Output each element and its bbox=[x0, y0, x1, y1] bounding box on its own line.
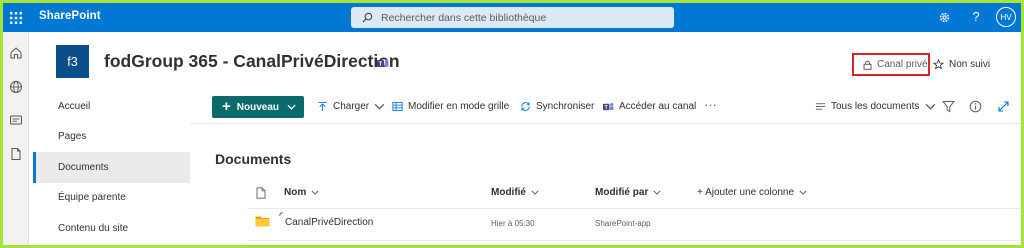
document-icon[interactable] bbox=[256, 187, 266, 199]
lock-icon bbox=[863, 60, 872, 70]
nav-item-contenu-du-site[interactable]: Contenu du site bbox=[33, 213, 190, 244]
chevron-down-icon bbox=[374, 103, 385, 110]
nav-item-equipe-parente[interactable]: Équipe parente bbox=[33, 183, 190, 214]
plus-icon: + bbox=[222, 98, 231, 115]
row-modified-by: SharePoint-app bbox=[595, 219, 651, 228]
private-channel-button[interactable]: Canal privé bbox=[852, 53, 930, 76]
add-column-label: + Ajouter une colonne bbox=[697, 187, 795, 198]
follow-label: Non suivi bbox=[949, 59, 991, 70]
globe-icon[interactable] bbox=[9, 80, 23, 94]
chevron-down-icon bbox=[799, 190, 807, 195]
command-bar: + Nouveau Charger Modifier en mode grill… bbox=[190, 91, 1021, 124]
left-nav: Accueil Pages Documents Équipe parente C… bbox=[33, 91, 190, 244]
waffle-icon[interactable] bbox=[3, 3, 29, 32]
header-divider bbox=[247, 208, 1021, 209]
sharepoint-window: SharePoint Rechercher dans cette bibliot… bbox=[3, 3, 1021, 245]
nav-item-pages[interactable]: Pages bbox=[33, 122, 190, 153]
sync-icon bbox=[521, 102, 530, 111]
go-to-channel-label: Accéder au canal bbox=[619, 101, 697, 112]
suite-bar: SharePoint Rechercher dans cette bibliot… bbox=[3, 3, 1021, 32]
grid-edit-label: Modifier en mode grille bbox=[408, 101, 510, 112]
nav-item-documents[interactable]: Documents bbox=[33, 152, 190, 183]
row-modified: Hier à 05:30 bbox=[491, 219, 535, 228]
chevron-down-icon bbox=[287, 104, 296, 110]
sync-label: Synchroniser bbox=[536, 101, 595, 112]
follow-button[interactable]: Non suivi bbox=[933, 59, 990, 70]
search-box[interactable]: Rechercher dans cette bibliothèque bbox=[351, 7, 674, 28]
chevron-down-icon bbox=[531, 190, 539, 195]
site-title[interactable]: fodGroup 365 - CanalPrivéDirection bbox=[104, 51, 400, 72]
teams-icon: T bbox=[377, 59, 389, 68]
column-name-label: Nom bbox=[284, 187, 307, 198]
grid-icon bbox=[392, 101, 403, 112]
view-icon bbox=[815, 103, 826, 110]
app-bar bbox=[3, 32, 29, 245]
column-header-name[interactable]: Nom bbox=[284, 187, 319, 198]
library-title: Documents bbox=[215, 151, 292, 167]
folder-icon bbox=[255, 216, 270, 227]
row-name[interactable]: CanalPrivéDirection bbox=[285, 217, 373, 228]
upload-icon bbox=[318, 101, 327, 112]
private-channel-label: Canal privé bbox=[877, 59, 928, 70]
go-to-channel-button[interactable]: T Accéder au canal bbox=[603, 101, 696, 112]
column-header-modified-by[interactable]: Modifié par bbox=[595, 187, 661, 198]
sync-button[interactable]: Synchroniser bbox=[520, 101, 594, 112]
file-icon[interactable] bbox=[9, 147, 23, 161]
expand-icon[interactable] bbox=[997, 100, 1010, 113]
upload-label: Charger bbox=[333, 101, 370, 112]
chevron-down-icon bbox=[926, 103, 936, 110]
site-logo[interactable]: f3 bbox=[56, 45, 89, 78]
news-icon[interactable] bbox=[9, 113, 23, 127]
view-label: Tous les documents bbox=[831, 101, 920, 112]
user-avatar[interactable]: HV bbox=[996, 7, 1016, 27]
help-icon[interactable]: ? bbox=[969, 10, 983, 24]
view-selector[interactable]: Tous les documents bbox=[815, 101, 936, 112]
filter-icon[interactable] bbox=[941, 100, 956, 113]
nav-item-accueil[interactable]: Accueil bbox=[33, 91, 190, 122]
column-modified-label: Modifié bbox=[491, 187, 526, 198]
home-icon[interactable] bbox=[9, 46, 23, 60]
app-name[interactable]: SharePoint bbox=[39, 10, 101, 22]
add-column-button[interactable]: + Ajouter une colonne bbox=[697, 187, 807, 198]
chevron-down-icon bbox=[653, 190, 661, 195]
search-icon bbox=[362, 12, 373, 23]
column-modified-by-label: Modifié par bbox=[595, 187, 649, 198]
teams-channel-icon: T bbox=[603, 103, 614, 111]
upload-button[interactable]: Charger bbox=[317, 101, 385, 112]
new-button-label: Nouveau bbox=[236, 101, 279, 113]
new-button[interactable]: + Nouveau bbox=[212, 96, 304, 118]
settings-icon[interactable] bbox=[937, 10, 951, 24]
chevron-down-icon bbox=[311, 190, 319, 195]
info-icon[interactable] bbox=[969, 100, 982, 113]
star-icon bbox=[933, 59, 944, 70]
more-options-button[interactable]: ··· bbox=[704, 97, 717, 112]
search-placeholder: Rechercher dans cette bibliothèque bbox=[381, 11, 547, 24]
grid-edit-button[interactable]: Modifier en mode grille bbox=[392, 101, 509, 112]
row-divider bbox=[247, 240, 1021, 241]
column-header-modified[interactable]: Modifié bbox=[491, 187, 539, 198]
